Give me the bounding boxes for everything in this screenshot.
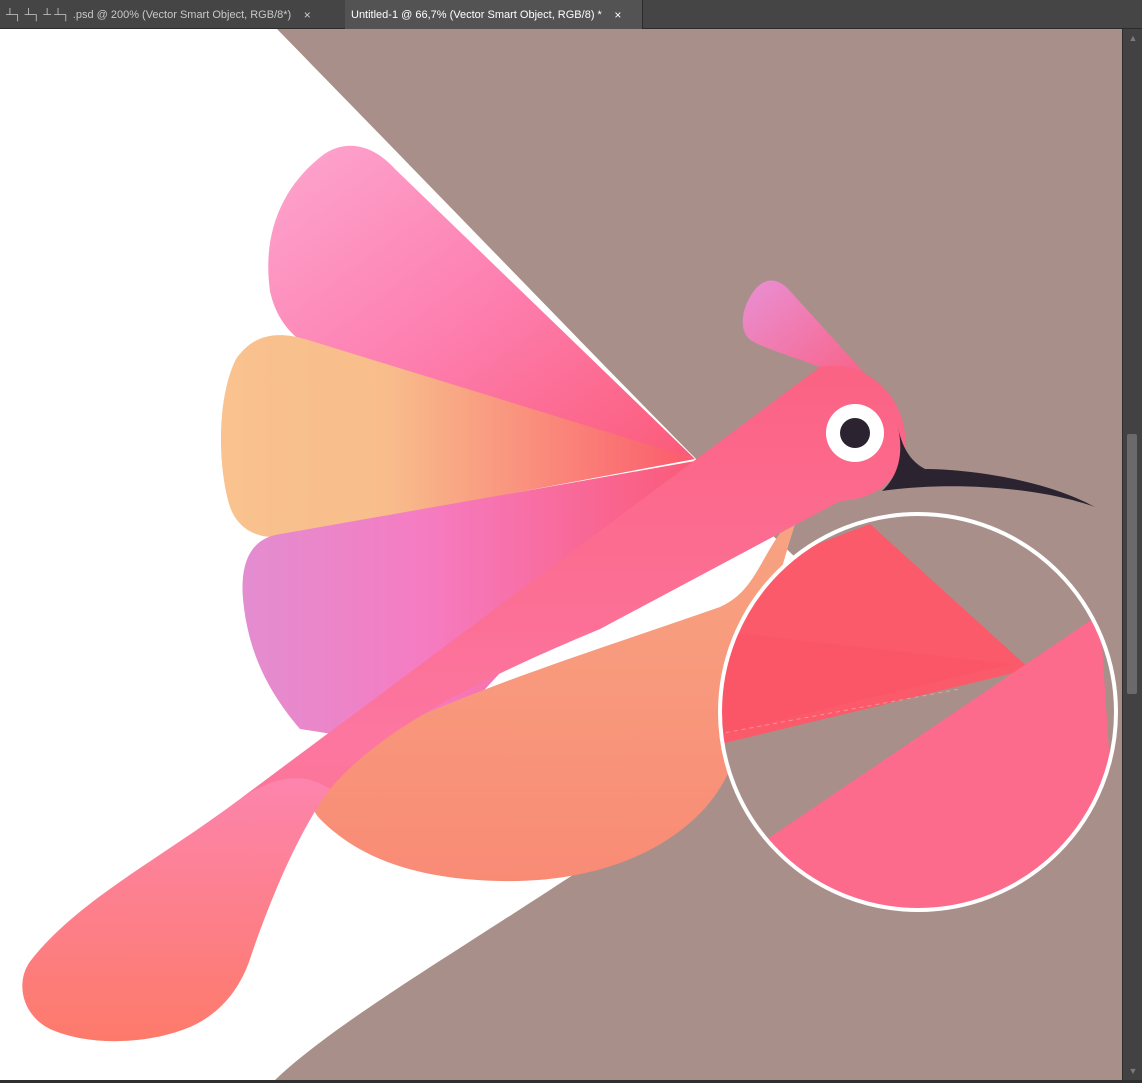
document-canvas[interactable]	[0, 29, 1122, 1080]
eye-pupil	[840, 418, 870, 448]
document-tab-untitled-1[interactable]: Untitled-1 @ 66,7% (Vector Smart Object,…	[345, 0, 643, 29]
close-icon[interactable]: ×	[300, 8, 314, 22]
close-icon[interactable]: ×	[611, 8, 625, 22]
scroll-up-icon[interactable]: ▲	[1126, 31, 1140, 45]
hummingbird-artwork	[0, 29, 1122, 1080]
tab-label: Untitled-1 @ 66,7% (Vector Smart Object,…	[351, 8, 602, 21]
scroll-thumb[interactable]	[1127, 434, 1137, 694]
vertical-scrollbar[interactable]: ▲ ▼	[1122, 29, 1142, 1080]
scroll-down-icon[interactable]: ▼	[1126, 1064, 1140, 1078]
tab-label: ┴┐ ┴┐ ┴ ┴┐ .psd @ 200% (Vector Smart Obj…	[6, 8, 292, 21]
document-tab-psd[interactable]: ┴┐ ┴┐ ┴ ┴┐ .psd @ 200% (Vector Smart Obj…	[0, 0, 345, 29]
document-tab-bar: ┴┐ ┴┐ ┴ ┴┐ .psd @ 200% (Vector Smart Obj…	[0, 0, 1142, 29]
